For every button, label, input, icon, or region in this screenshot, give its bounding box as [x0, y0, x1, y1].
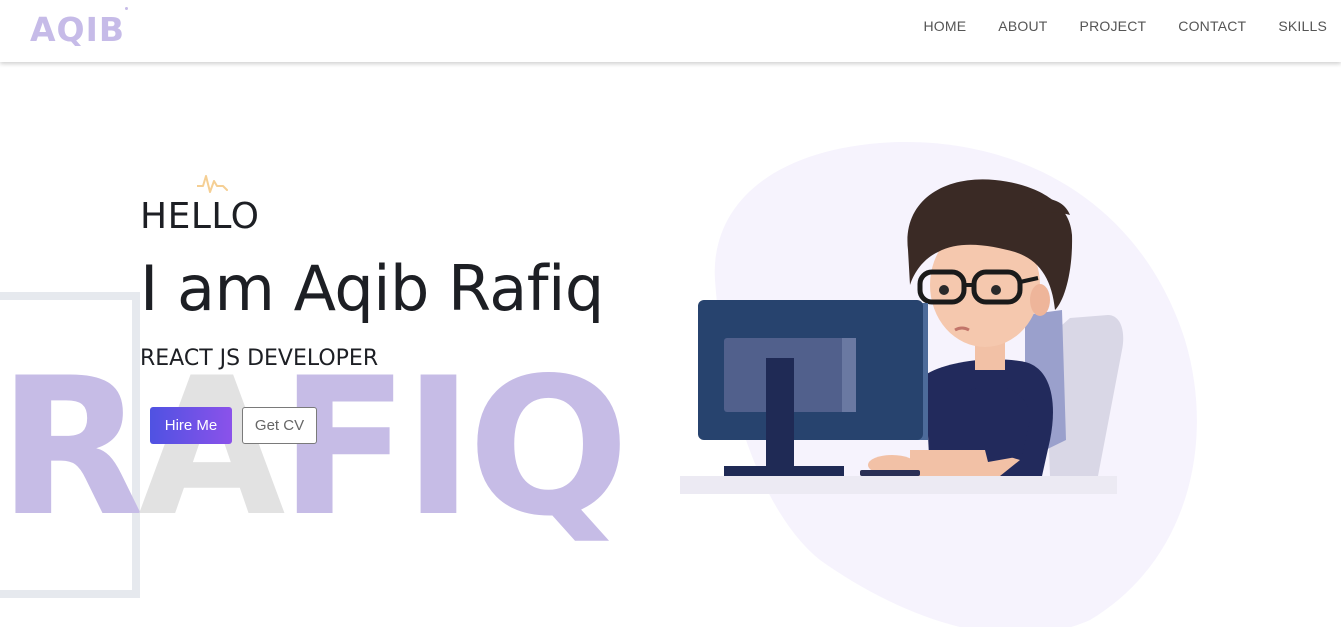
ear — [1030, 284, 1050, 316]
greeting-heading: HELLO — [140, 196, 260, 237]
background-name-text: RAFIQ — [0, 348, 629, 548]
desk — [680, 476, 1117, 494]
hire-me-button[interactable]: Hire Me — [150, 407, 232, 444]
get-cv-button[interactable]: Get CV — [242, 407, 317, 444]
site-header: AQIB HOME ABOUT PROJECT CONTACT SKILLS — [0, 0, 1341, 62]
nav-about[interactable]: ABOUT — [998, 18, 1047, 34]
nav-home[interactable]: HOME — [923, 18, 966, 34]
background-word-part-b: IQ — [403, 337, 629, 558]
pulse-icon — [197, 175, 228, 193]
developer-illustration — [680, 141, 1197, 627]
hero-title: I am Aqib Rafiq — [140, 252, 604, 325]
nav-project[interactable]: PROJECT — [1080, 18, 1147, 34]
monitor-base — [724, 466, 844, 476]
role-subtitle: REACT JS DEVELOPER — [140, 346, 379, 371]
monitor-stand — [766, 358, 794, 470]
logo-dot — [125, 7, 128, 10]
logo[interactable]: AQIB — [30, 10, 125, 49]
mouse — [860, 470, 920, 476]
bg-letter: R — [0, 337, 144, 558]
main-nav: HOME ABOUT PROJECT CONTACT SKILLS — [891, 18, 1327, 34]
nav-skills[interactable]: SKILLS — [1278, 18, 1327, 34]
nav-contact[interactable]: CONTACT — [1178, 18, 1246, 34]
